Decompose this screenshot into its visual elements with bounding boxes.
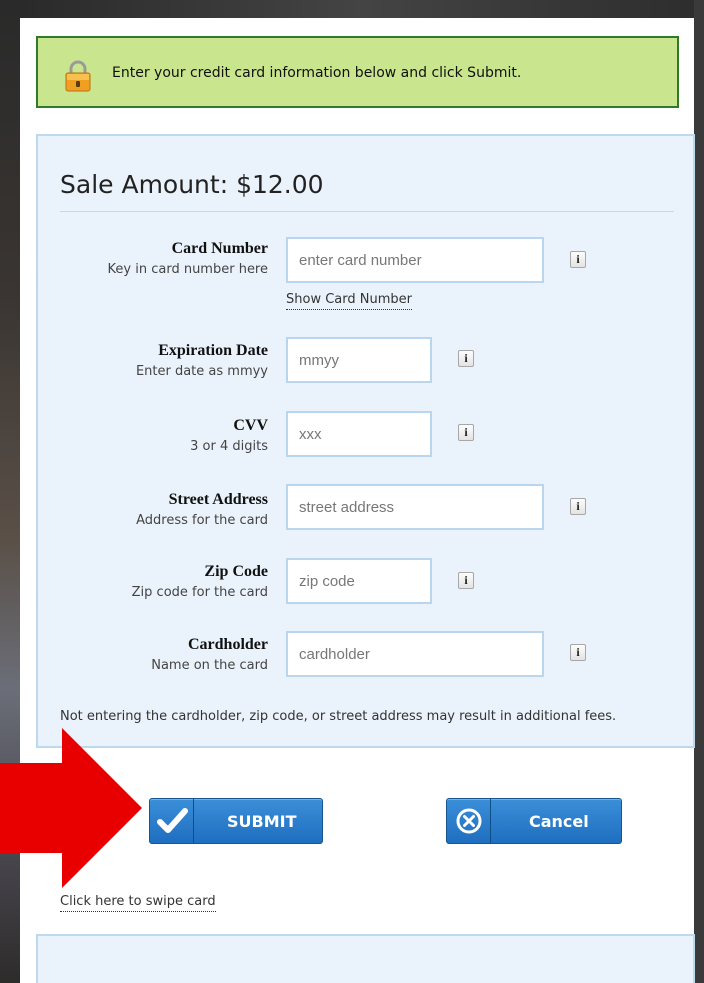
card-number-input[interactable]: [286, 237, 544, 283]
payment-form-panel: Sale Amount: $12.00 Card Number Key in c…: [36, 134, 695, 912]
circle-x-icon: [447, 799, 491, 843]
card-number-label: Card Number: [171, 240, 268, 257]
submit-button[interactable]: SUBMIT: [149, 798, 323, 844]
cardholder-info-icon[interactable]: i: [570, 644, 586, 661]
swipe-card-link[interactable]: Click here to swipe card: [60, 894, 216, 912]
cvv-hint: 3 or 4 digits: [190, 439, 268, 454]
street-info-icon[interactable]: i: [570, 498, 586, 515]
show-card-number-link[interactable]: Show Card Number: [286, 292, 412, 310]
card-number-info-icon[interactable]: i: [570, 251, 586, 268]
cvv-info-icon[interactable]: i: [458, 424, 474, 441]
background-strip-right: [694, 0, 704, 983]
cardholder-hint: Name on the card: [151, 658, 268, 673]
zip-code-input[interactable]: [286, 558, 432, 604]
checkmark-icon: [150, 799, 194, 843]
cvv-label: CVV: [233, 417, 268, 434]
expiration-input[interactable]: [286, 337, 432, 383]
street-label-group: Street Address Address for the card: [58, 491, 268, 531]
cancel-button[interactable]: Cancel: [446, 798, 622, 844]
zip-info-icon[interactable]: i: [458, 572, 474, 589]
heading-divider: [60, 211, 674, 212]
zip-label: Zip Code: [204, 563, 268, 580]
cvv-input[interactable]: [286, 411, 432, 457]
padlock-icon: [65, 60, 91, 92]
expiration-label: Expiration Date: [158, 342, 268, 359]
cardholder-label: Cardholder: [188, 636, 268, 653]
expiration-info-icon[interactable]: i: [458, 350, 474, 367]
cardholder-label-group: Cardholder Name on the card: [58, 636, 268, 676]
fee-notice: Not entering the cardholder, zip code, o…: [60, 709, 617, 724]
card-number-hint: Key in card number here: [107, 262, 268, 277]
bottom-panel: [36, 934, 695, 983]
info-notice: Enter your credit card information below…: [36, 36, 679, 108]
expiration-hint: Enter date as mmyy: [135, 364, 268, 379]
zip-label-group: Zip Code Zip code for the card: [58, 563, 268, 603]
street-hint: Address for the card: [136, 513, 268, 528]
zip-hint: Zip code for the card: [131, 585, 268, 600]
cancel-label: Cancel: [529, 812, 589, 831]
cvv-label-group: CVV 3 or 4 digits: [58, 417, 268, 457]
sale-amount-heading: Sale Amount: $12.00: [60, 170, 324, 199]
notice-text: Enter your credit card information below…: [112, 65, 522, 81]
street-address-input[interactable]: [286, 484, 544, 530]
street-label: Street Address: [168, 491, 268, 508]
card-number-label-group: Card Number Key in card number here: [58, 240, 268, 280]
red-arrow-icon: [0, 728, 142, 888]
submit-label: SUBMIT: [227, 812, 297, 831]
background-strip-top: [20, 0, 704, 18]
cardholder-input[interactable]: [286, 631, 544, 677]
expiration-label-group: Expiration Date Enter date as mmyy: [58, 342, 268, 382]
